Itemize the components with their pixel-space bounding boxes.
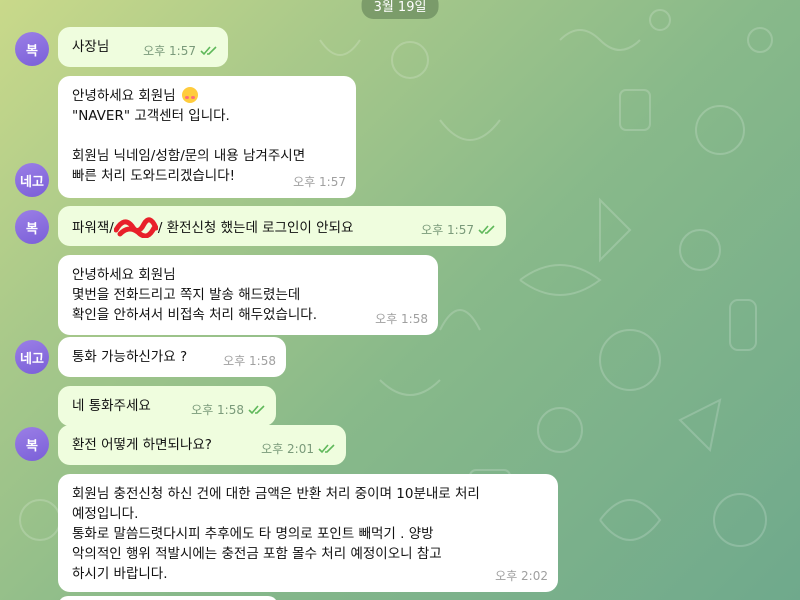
message-line: 통화로 말씀드렷다시피 추후에도 타 명의로 포인트 빼먹기 . 양방 — [72, 526, 434, 542]
message-prefix: 파워잭/ — [72, 220, 114, 236]
message-line: 하시기 바랍니다. — [72, 566, 168, 582]
message-time: 오후 1:58 — [191, 403, 244, 417]
message-time: 오후 1:57 — [421, 223, 474, 237]
message-time: 오후 2:02 — [495, 569, 548, 583]
message-bubble-outgoing[interactable]: 환전 어떻게 하면되나요? 오후 2:01 — [58, 425, 346, 465]
message-meta: 오후 1:57 — [143, 41, 218, 61]
message-bubble-incoming[interactable]: 안녕하세요 회원님 몇번을 전화드리고 쪽지 발송 해드렸는데 확인을 안하셔서… — [58, 255, 438, 335]
red-scribble-redaction — [113, 217, 158, 238]
date-separator: 3월 19일 — [361, 0, 439, 19]
message-line: 안녕하세요 회원님 — [72, 88, 176, 104]
message-meta: 오후 2:01 — [261, 439, 336, 459]
message-line: 몇번을 전화드리고 쪽지 발송 해드렸는데 — [72, 287, 301, 303]
double-check-icon — [478, 225, 495, 235]
message-time: 오후 1:57 — [143, 44, 196, 58]
message-meta: 오후 2:02 — [495, 566, 548, 586]
message-meta: 오후 1:57 — [421, 220, 496, 240]
chat-area[interactable]: 3월 19일 복 사장님 오후 1:57 안녕하세요 회원님 "NAVER" 고… — [0, 0, 800, 600]
message-time: 오후 1:58 — [223, 354, 276, 368]
message-line: 회원님 닉네임/성함/문의 내용 남겨주시면 — [72, 148, 306, 164]
message-bubble-outgoing[interactable]: 네 통화주세요 오후 1:58 — [58, 386, 276, 426]
message-bubble-outgoing[interactable]: 파워잭/ / 환전신청 했는데 로그인이 안되요 오후 1:57 — [58, 206, 506, 246]
double-check-icon — [248, 405, 265, 415]
avatar[interactable]: 네고 — [15, 340, 49, 374]
message-line: 안녕하세요 회원님 — [72, 267, 176, 283]
double-check-icon — [318, 444, 335, 454]
message-meta: 오후 1:58 — [191, 400, 266, 420]
message-bubble-outgoing[interactable]: 사장님 오후 1:57 — [58, 27, 228, 67]
avatar[interactable]: 복 — [15, 32, 49, 66]
message-meta: 오후 1:58 — [375, 309, 428, 329]
message-text: 파워잭/ / 환전신청 했는데 로그인이 안되요 — [72, 217, 354, 238]
message-time: 오후 2:01 — [261, 442, 314, 456]
message-bubble-incoming[interactable] — [58, 596, 278, 600]
message-meta: 오후 1:57 — [293, 172, 346, 192]
message-line: 회원님 충전신청 하신 건에 대한 금액은 반환 처리 중이며 10분내로 처리 — [72, 486, 480, 502]
message-line: 악의적인 행위 적발시에는 충전금 포함 몰수 처리 예정이오니 참고 — [72, 546, 442, 562]
message-suffix: / 환전신청 했는데 로그인이 안되요 — [157, 220, 354, 236]
message-text: 사장님 — [72, 39, 110, 55]
message-text: 통화 가능하신가요 ? — [72, 349, 188, 365]
message-line: "NAVER" 고객센터 입니다. — [72, 108, 230, 124]
double-check-icon — [200, 46, 217, 56]
avatar[interactable]: 네고 — [15, 163, 49, 197]
message-time: 오후 1:57 — [293, 175, 346, 189]
message-line: 예정입니다. — [72, 506, 139, 522]
avatar[interactable]: 복 — [15, 210, 49, 244]
message-time: 오후 1:58 — [375, 312, 428, 326]
message-text: 안녕하세요 회원님 — [72, 86, 342, 106]
message-bubble-incoming[interactable]: 통화 가능하신가요 ? 오후 1:58 — [58, 337, 286, 377]
message-text: 환전 어떻게 하면되나요? — [72, 437, 212, 453]
message-meta: 오후 1:58 — [223, 351, 276, 371]
message-line: 확인을 안하셔서 비접속 처리 해두었습니다. — [72, 307, 318, 323]
smiling-face-icon — [181, 87, 198, 103]
message-text: 네 통화주세요 — [72, 398, 151, 414]
avatar[interactable]: 복 — [15, 427, 49, 461]
message-bubble-incoming[interactable]: 회원님 충전신청 하신 건에 대한 금액은 반환 처리 중이며 10분내로 처리… — [58, 474, 558, 592]
message-bubble-incoming[interactable]: 안녕하세요 회원님 "NAVER" 고객센터 입니다. 회원님 닉네임/성함/문… — [58, 76, 356, 198]
